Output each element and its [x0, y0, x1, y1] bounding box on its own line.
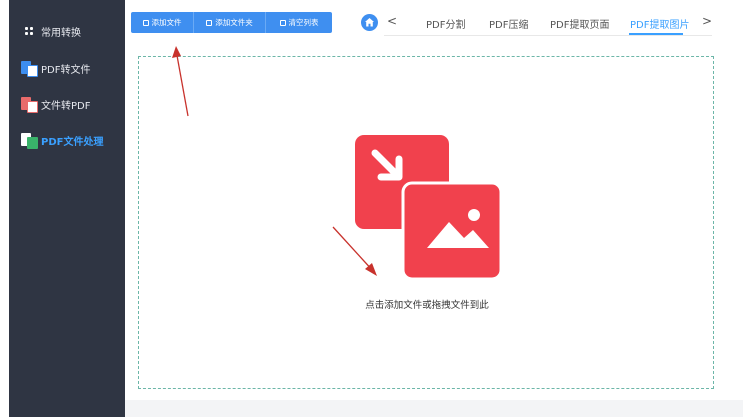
pdf-process-icon [21, 132, 38, 149]
sidebar-item-common-convert[interactable]: 常用转换 [21, 20, 125, 42]
status-bar [125, 400, 743, 417]
home-icon [365, 18, 374, 27]
tab-pdf-compress[interactable]: PDF压缩 [489, 16, 528, 31]
folder-icon [206, 19, 213, 26]
active-tab-indicator [629, 33, 683, 35]
home-button[interactable] [361, 14, 378, 31]
file-drop-zone[interactable]: 点击添加文件或拖拽文件到此 [138, 56, 714, 389]
tab-scroll-left-button[interactable]: < [387, 14, 397, 28]
tab-pdf-extract-images[interactable]: PDF提取图片 [630, 16, 689, 31]
add-file-button[interactable]: 添加文件 [131, 12, 194, 33]
trash-icon [279, 19, 286, 26]
sidebar: 常用转换 PDF转文件 文件转PDF PDF文件处理 [9, 0, 125, 417]
sidebar-item-pdf-to-file[interactable]: PDF转文件 [21, 57, 125, 79]
sidebar-item-file-to-pdf[interactable]: 文件转PDF [21, 93, 125, 115]
extract-image-illustration-icon [355, 135, 503, 281]
sidebar-item-pdf-process[interactable]: PDF文件处理 [21, 129, 125, 151]
add-folder-button[interactable]: 添加文件夹 [194, 12, 266, 33]
drop-hint-text: 点击添加文件或拖拽文件到此 [365, 300, 489, 311]
file-icon [142, 19, 149, 26]
file-to-pdf-icon [21, 96, 38, 113]
sidebar-item-label: 文件转PDF [41, 100, 91, 112]
grid-circle-icon [21, 23, 38, 40]
tab-divider [384, 35, 712, 36]
add-folder-label: 添加文件夹 [215, 18, 253, 27]
add-file-label: 添加文件 [151, 18, 182, 27]
sidebar-item-label: PDF转文件 [41, 64, 91, 76]
clear-list-button[interactable]: 清空列表 [266, 12, 332, 33]
tab-scroll-right-button[interactable]: > [702, 14, 712, 28]
sidebar-item-label: 常用转换 [41, 27, 81, 39]
toolbar: 添加文件 添加文件夹 清空列表 [131, 12, 332, 33]
sidebar-item-label: PDF文件处理 [41, 136, 104, 148]
tab-pdf-split[interactable]: PDF分割 [426, 16, 465, 31]
tab-pdf-extract-pages[interactable]: PDF提取页面 [550, 16, 609, 31]
clear-list-label: 清空列表 [288, 18, 319, 27]
pdf-to-file-icon [21, 60, 38, 77]
